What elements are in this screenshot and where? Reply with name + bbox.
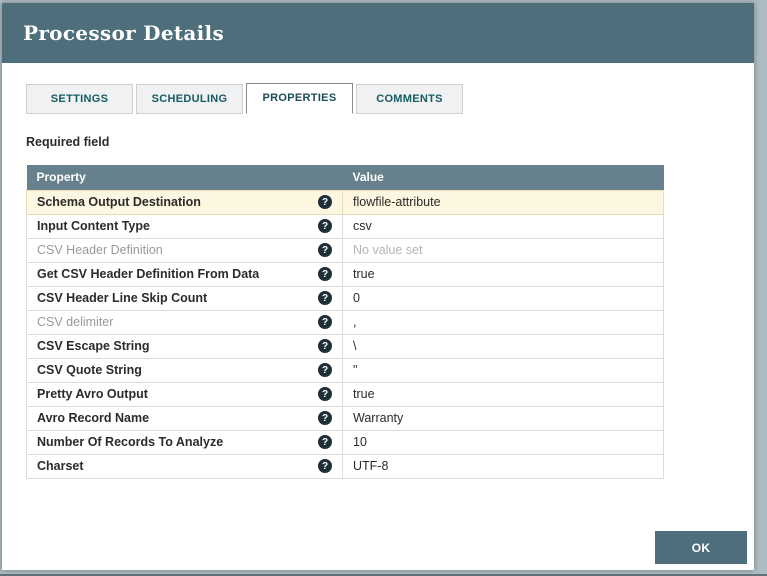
column-header-value: Value bbox=[342, 165, 664, 190]
property-name: Number Of Records To Analyze bbox=[37, 435, 224, 449]
help-icon[interactable]: ? bbox=[318, 435, 332, 449]
property-name: CSV Header Definition bbox=[37, 243, 163, 257]
screen: Processor Details SETTINGS SCHEDULING PR… bbox=[0, 0, 767, 576]
help-icon[interactable]: ? bbox=[318, 243, 332, 257]
property-value: \ bbox=[342, 333, 664, 359]
property-value: true bbox=[342, 381, 664, 407]
help-icon[interactable]: ? bbox=[318, 291, 332, 305]
property-name: Avro Record Name bbox=[37, 411, 150, 425]
table-row: Get CSV Header Definition From Data ? tr… bbox=[26, 261, 664, 287]
table-row: Schema Output Destination ? flowfile-att… bbox=[26, 189, 664, 215]
help-icon[interactable]: ? bbox=[318, 363, 332, 377]
help-icon[interactable]: ? bbox=[318, 267, 332, 281]
table-row: Pretty Avro Output ? true bbox=[26, 381, 664, 407]
property-name: Input Content Type bbox=[37, 219, 150, 233]
property-name: Schema Output Destination bbox=[37, 195, 201, 209]
property-name: CSV delimiter bbox=[37, 315, 114, 329]
property-name: Pretty Avro Output bbox=[37, 387, 148, 401]
tab-comments[interactable]: COMMENTS bbox=[356, 84, 463, 114]
table-row: CSV Header Definition ? No value set bbox=[26, 237, 664, 263]
property-name: CSV Escape String bbox=[37, 339, 150, 353]
table-row: Number Of Records To Analyze ? 10 bbox=[26, 429, 664, 455]
property-value: Warranty bbox=[342, 405, 664, 431]
table-row: CSV Escape String ? \ bbox=[26, 333, 664, 359]
property-value: " bbox=[342, 357, 664, 383]
table-row: Charset ? UTF-8 bbox=[26, 453, 664, 479]
property-value: UTF-8 bbox=[342, 453, 664, 479]
property-name: CSV Quote String bbox=[37, 363, 142, 377]
help-icon[interactable]: ? bbox=[318, 459, 332, 473]
property-value: flowfile-attribute bbox=[342, 189, 664, 215]
ok-button[interactable]: OK bbox=[655, 531, 747, 564]
help-icon[interactable]: ? bbox=[318, 339, 332, 353]
properties-table-body: Schema Output Destination ? flowfile-att… bbox=[26, 189, 664, 479]
dialog-title: Processor Details bbox=[23, 21, 224, 45]
help-icon[interactable]: ? bbox=[318, 387, 332, 401]
property-value: , bbox=[342, 309, 664, 335]
dialog-header: Processor Details bbox=[2, 3, 754, 63]
table-row: Input Content Type ? csv bbox=[26, 213, 664, 239]
tab-properties[interactable]: PROPERTIES bbox=[246, 83, 353, 114]
property-name: CSV Header Line Skip Count bbox=[37, 291, 208, 305]
table-row: CSV delimiter ? , bbox=[26, 309, 664, 335]
help-icon[interactable]: ? bbox=[318, 411, 332, 425]
tabs-bar: SETTINGS SCHEDULING PROPERTIES COMMENTS bbox=[26, 83, 730, 114]
table-row: CSV Quote String ? " bbox=[26, 357, 664, 383]
tab-settings[interactable]: SETTINGS bbox=[26, 84, 133, 114]
table-row: CSV Header Line Skip Count ? 0 bbox=[26, 285, 664, 311]
property-value: csv bbox=[342, 213, 664, 239]
property-value: No value set bbox=[342, 237, 664, 263]
property-value: 0 bbox=[342, 285, 664, 311]
help-icon[interactable]: ? bbox=[318, 219, 332, 233]
processor-details-dialog: Processor Details SETTINGS SCHEDULING PR… bbox=[2, 3, 754, 570]
property-value: true bbox=[342, 261, 664, 287]
table-row: Avro Record Name ? Warranty bbox=[26, 405, 664, 431]
table-header-row: Property Value bbox=[26, 165, 664, 190]
property-value: 10 bbox=[342, 429, 664, 455]
help-icon[interactable]: ? bbox=[318, 195, 332, 209]
column-header-property: Property bbox=[26, 165, 343, 190]
properties-table: Property Value Schema Output Destination… bbox=[26, 165, 664, 479]
property-name: Charset bbox=[37, 459, 84, 473]
help-icon[interactable]: ? bbox=[318, 315, 332, 329]
required-field-label: Required field bbox=[26, 135, 110, 149]
property-name: Get CSV Header Definition From Data bbox=[37, 267, 260, 281]
tab-scheduling[interactable]: SCHEDULING bbox=[136, 84, 243, 114]
